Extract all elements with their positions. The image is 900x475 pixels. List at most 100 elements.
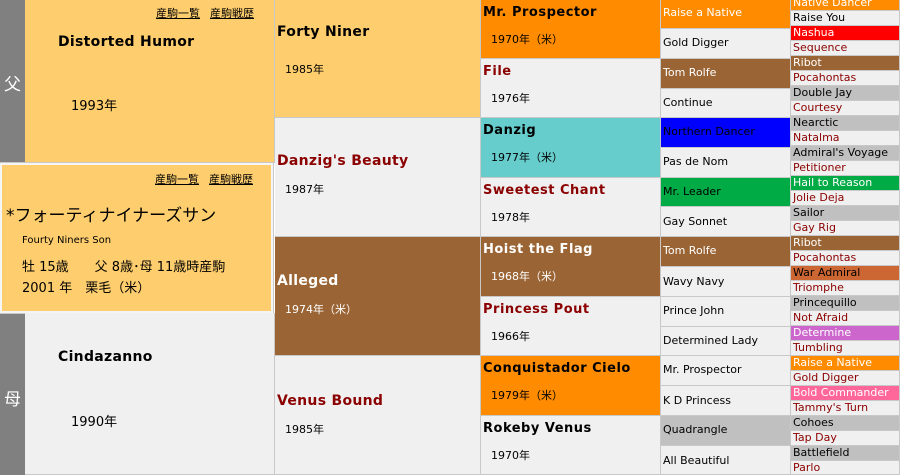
gen5-name[interactable]: Native Dancer bbox=[793, 0, 872, 10]
gen4-cell: Gay Sonnet bbox=[661, 207, 791, 237]
gen5-name[interactable]: Jolie Deja bbox=[793, 191, 844, 205]
gen4-name[interactable]: Tom Rolfe bbox=[663, 66, 716, 79]
gen5-name[interactable]: Battlefield bbox=[793, 446, 849, 460]
gen5-name[interactable]: Nearctic bbox=[793, 116, 838, 130]
gen3-year: 1970年 bbox=[491, 449, 530, 462]
subject-name: *フォーティナイナーズサン bbox=[6, 206, 217, 226]
gen3-name[interactable]: Conquistador Cielo bbox=[483, 361, 631, 376]
gen4-cell: Mr. Leader bbox=[661, 178, 791, 207]
gen5-name[interactable]: Bold Commander bbox=[793, 386, 889, 400]
gen5-cell: Tap Day bbox=[791, 431, 900, 446]
gen2-year: 1987年 bbox=[285, 183, 324, 196]
gen3-name[interactable]: Sweetest Chant bbox=[483, 183, 606, 198]
gen5-name[interactable]: Determine bbox=[793, 326, 851, 340]
gen4-name[interactable]: All Beautiful bbox=[663, 454, 729, 467]
gen5-name[interactable]: Princequillo bbox=[793, 296, 857, 310]
gen5-name[interactable]: Sailor bbox=[793, 206, 824, 220]
sire-record-link[interactable]: 産駒戦歴 bbox=[210, 7, 254, 20]
gen4-name[interactable]: Pas de Nom bbox=[663, 155, 728, 168]
gen4-name[interactable]: Gold Digger bbox=[663, 36, 729, 49]
gen5-cell: War Admiral bbox=[791, 266, 900, 281]
gen4-name[interactable]: K D Princess bbox=[663, 394, 731, 407]
gen5-cell: Princequillo bbox=[791, 296, 900, 311]
gen5-cell: Ribot bbox=[791, 236, 900, 251]
gen4-cell: Mr. Prospector bbox=[661, 356, 791, 386]
gen2-name[interactable]: Alleged bbox=[277, 273, 339, 289]
gen5-name[interactable]: Natalma bbox=[793, 131, 840, 145]
gen4-cell: Determined Lady bbox=[661, 327, 791, 356]
gen5-cell: Double Jay bbox=[791, 86, 900, 101]
gen4-cell: Northern Dancer bbox=[661, 118, 791, 148]
gen5-name[interactable]: Ribot bbox=[793, 236, 822, 250]
gen4-name[interactable]: Northern Dancer bbox=[663, 125, 755, 138]
gen4-cell: Tom Rolfe bbox=[661, 59, 791, 89]
gen5-name[interactable]: Tumbling bbox=[793, 341, 843, 355]
gen5-name[interactable]: Pocahontas bbox=[793, 71, 856, 85]
gen5-name[interactable]: Sequence bbox=[793, 41, 847, 55]
gen5-name[interactable]: Parlo bbox=[793, 461, 820, 474]
subject-cell: 産駒一覧 産駒戦歴 *フォーティナイナーズサン Fourty Niners Son… bbox=[0, 162, 274, 314]
gen4-name[interactable]: Continue bbox=[663, 96, 712, 109]
gen4-name[interactable]: Prince John bbox=[663, 304, 724, 317]
gen5-cell: Gold Digger bbox=[791, 371, 900, 386]
gen2-year: 1974年（米） bbox=[285, 303, 357, 316]
gen5-name[interactable]: Cohoes bbox=[793, 416, 834, 430]
gen5-name[interactable]: Raise a Native bbox=[793, 356, 872, 370]
gen2-name[interactable]: Venus Bound bbox=[277, 393, 383, 409]
gen4-cell: Pas de Nom bbox=[661, 148, 791, 178]
gen3-name[interactable]: Rokeby Venus bbox=[483, 421, 592, 436]
gen3-year: 1976年 bbox=[491, 92, 530, 105]
gen4-name[interactable]: Raise a Native bbox=[663, 6, 742, 19]
subject-info-line2: 2001 年 栗毛（米） bbox=[22, 281, 151, 296]
gen5-name[interactable]: Not Afraid bbox=[793, 311, 848, 325]
gen5-cell: Native Dancer bbox=[791, 0, 900, 11]
gen3-name[interactable]: Mr. Prospector bbox=[483, 5, 597, 20]
sire-name[interactable]: Distorted Humor bbox=[58, 34, 194, 50]
gen3-name[interactable]: Danzig bbox=[483, 123, 536, 138]
gen3-name[interactable]: File bbox=[483, 64, 512, 79]
gen4-name[interactable]: Wavy Navy bbox=[663, 275, 724, 288]
gen4-name[interactable]: Quadrangle bbox=[663, 423, 727, 436]
gen5-name[interactable]: Tammy's Turn bbox=[793, 401, 868, 415]
gen5-cell: Admiral's Voyage bbox=[791, 146, 900, 161]
gen4-name[interactable]: Mr. Prospector bbox=[663, 363, 742, 376]
gen5-name[interactable]: Courtesy bbox=[793, 101, 842, 115]
gen4-name[interactable]: Determined Lady bbox=[663, 334, 758, 347]
gen5-name[interactable]: Nashua bbox=[793, 26, 834, 40]
sire-progeny-link[interactable]: 産駒一覧 bbox=[156, 7, 200, 20]
gen5-name[interactable]: Petitioner bbox=[793, 161, 846, 175]
gen4-name[interactable]: Tom Rolfe bbox=[663, 244, 716, 257]
gen5-name[interactable]: Raise You bbox=[793, 11, 845, 25]
gen5-name[interactable]: Gay Rig bbox=[793, 221, 836, 235]
gen5-name[interactable]: Triomphe bbox=[793, 281, 844, 295]
gen3-cell: Mr. Prospector 1970年（米） bbox=[481, 0, 661, 59]
gen5-name[interactable]: Ribot bbox=[793, 56, 822, 70]
subject-progeny-link[interactable]: 産駒一覧 bbox=[155, 173, 199, 186]
gen5-cell: Gay Rig bbox=[791, 221, 900, 236]
gen5-name[interactable]: Double Jay bbox=[793, 86, 852, 100]
gen3-year: 1966年 bbox=[491, 330, 530, 343]
gen5-name[interactable]: Pocahontas bbox=[793, 251, 856, 265]
gen5-cell: Nashua bbox=[791, 26, 900, 41]
dam-name[interactable]: Cindazanno bbox=[58, 349, 153, 365]
gen2-name[interactable]: Danzig's Beauty bbox=[277, 153, 408, 169]
gen3-name[interactable]: Princess Pout bbox=[483, 302, 590, 317]
gen5-name[interactable]: War Admiral bbox=[793, 266, 860, 280]
subject-record-link[interactable]: 産駒戦歴 bbox=[209, 173, 253, 186]
gen5-name[interactable]: Hail to Reason bbox=[793, 176, 872, 190]
gen4-cell: Prince John bbox=[661, 297, 791, 327]
gen3-year: 1968年（米） bbox=[491, 270, 563, 283]
gen5-name[interactable]: Tap Day bbox=[793, 431, 837, 445]
gen4-name[interactable]: Gay Sonnet bbox=[663, 215, 727, 228]
gen2-name[interactable]: Forty Niner bbox=[277, 24, 369, 40]
dam-year: 1990年 bbox=[71, 415, 118, 430]
gen3-cell: Conquistador Cielo 1979年（米） bbox=[481, 356, 661, 416]
gen5-cell: Battlefield bbox=[791, 446, 900, 461]
gen4-cell: Wavy Navy bbox=[661, 267, 791, 297]
gen5-name[interactable]: Gold Digger bbox=[793, 371, 859, 385]
gen3-name[interactable]: Hoist the Flag bbox=[483, 242, 593, 257]
gen4-name[interactable]: Mr. Leader bbox=[663, 185, 721, 198]
subject-links: 産駒一覧 産駒戦歴 bbox=[145, 171, 253, 187]
gen5-name[interactable]: Admiral's Voyage bbox=[793, 146, 888, 160]
sire-side-text: 父 bbox=[4, 75, 21, 95]
